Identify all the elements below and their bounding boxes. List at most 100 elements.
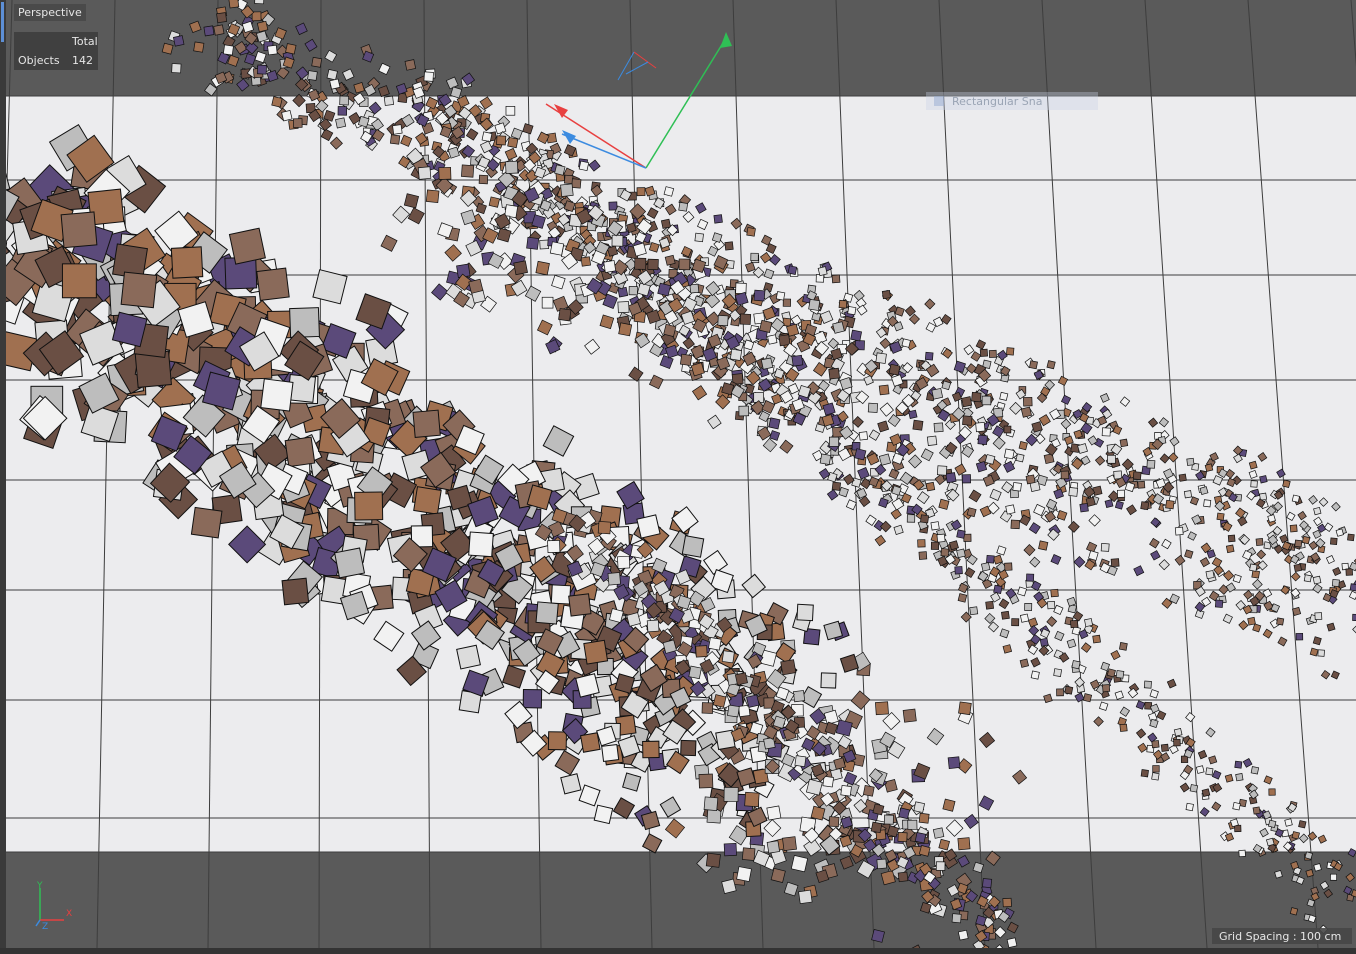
cube xyxy=(1088,550,1099,561)
cube xyxy=(560,183,574,197)
cube xyxy=(172,35,185,47)
viewport-name[interactable]: Perspective xyxy=(14,4,86,21)
cube xyxy=(507,136,519,149)
cube xyxy=(1024,602,1033,611)
cube xyxy=(488,196,500,208)
cube xyxy=(311,56,323,68)
axis-x-label: X xyxy=(66,909,72,919)
cube xyxy=(729,348,743,361)
cube xyxy=(1070,619,1079,629)
cube xyxy=(1068,487,1079,497)
cube xyxy=(1266,837,1275,847)
cube xyxy=(945,472,957,484)
cube xyxy=(120,271,158,309)
cube xyxy=(307,70,318,81)
cube xyxy=(1106,668,1116,678)
cube xyxy=(1030,670,1040,680)
cube xyxy=(1282,479,1291,488)
cube xyxy=(897,832,908,843)
cube xyxy=(932,827,945,839)
cube xyxy=(1119,642,1128,651)
cube xyxy=(1189,784,1199,793)
cube xyxy=(1050,588,1059,598)
cube xyxy=(1249,563,1258,572)
cube xyxy=(1349,583,1356,592)
cube xyxy=(1345,568,1353,576)
cube xyxy=(335,117,347,129)
cube xyxy=(957,593,968,603)
cube xyxy=(244,53,257,66)
cube xyxy=(1326,622,1336,632)
cube xyxy=(681,535,705,558)
cube xyxy=(906,514,916,523)
cube xyxy=(1102,684,1111,693)
cube xyxy=(617,301,630,314)
cube xyxy=(1084,618,1094,628)
cube xyxy=(982,878,993,889)
cube xyxy=(662,639,677,654)
cube xyxy=(735,282,747,295)
cube xyxy=(281,577,310,606)
cube xyxy=(918,551,928,560)
cube xyxy=(1319,880,1330,891)
cube xyxy=(1352,613,1356,621)
3d-viewport[interactable]: Perspective Total Objects 142 Rectangular… xyxy=(6,0,1356,948)
cube xyxy=(1025,474,1036,485)
cube xyxy=(61,263,97,299)
cube xyxy=(496,135,507,146)
cube xyxy=(1082,693,1093,703)
cube xyxy=(608,201,618,211)
cube xyxy=(783,881,799,897)
hud-header: Total xyxy=(72,35,98,48)
cube xyxy=(663,186,675,197)
cube xyxy=(404,59,417,71)
cube xyxy=(817,266,828,277)
cube xyxy=(717,315,729,327)
cube xyxy=(1160,743,1169,752)
cube xyxy=(763,737,776,750)
cube xyxy=(984,454,996,465)
cube xyxy=(1071,660,1081,670)
cube xyxy=(285,43,297,55)
cube xyxy=(1313,506,1322,516)
cube xyxy=(228,0,240,9)
cube xyxy=(796,603,814,622)
cube xyxy=(251,11,262,22)
cube xyxy=(1298,820,1307,829)
cube xyxy=(901,338,911,348)
cube xyxy=(721,878,737,894)
cube xyxy=(794,755,807,768)
cube xyxy=(708,637,722,651)
cube xyxy=(867,402,879,413)
cube xyxy=(1255,538,1264,546)
snap-hint-label: Rectangular Sna xyxy=(952,94,1043,108)
cube xyxy=(281,110,293,122)
cube xyxy=(914,832,927,844)
cube xyxy=(522,688,543,709)
cube xyxy=(925,481,936,492)
cube xyxy=(304,38,318,52)
cube xyxy=(203,25,215,37)
cube xyxy=(1291,831,1300,840)
scene-canvas[interactable] xyxy=(6,0,1356,948)
cube xyxy=(918,812,930,824)
cube xyxy=(957,837,971,851)
cube xyxy=(1335,528,1344,537)
cube xyxy=(746,227,756,237)
cube xyxy=(792,690,806,703)
cube xyxy=(1247,616,1256,626)
cube xyxy=(862,784,875,797)
cube xyxy=(790,855,809,873)
selection-indicator xyxy=(1,2,4,42)
cube xyxy=(389,134,401,145)
cube xyxy=(1056,688,1064,697)
cube xyxy=(936,533,946,543)
cube xyxy=(695,645,708,658)
cube xyxy=(267,44,278,56)
cube xyxy=(770,867,786,883)
cube xyxy=(958,701,972,716)
cube xyxy=(1143,680,1152,689)
cube xyxy=(425,189,440,204)
cube xyxy=(413,486,442,515)
cube xyxy=(1039,637,1049,647)
